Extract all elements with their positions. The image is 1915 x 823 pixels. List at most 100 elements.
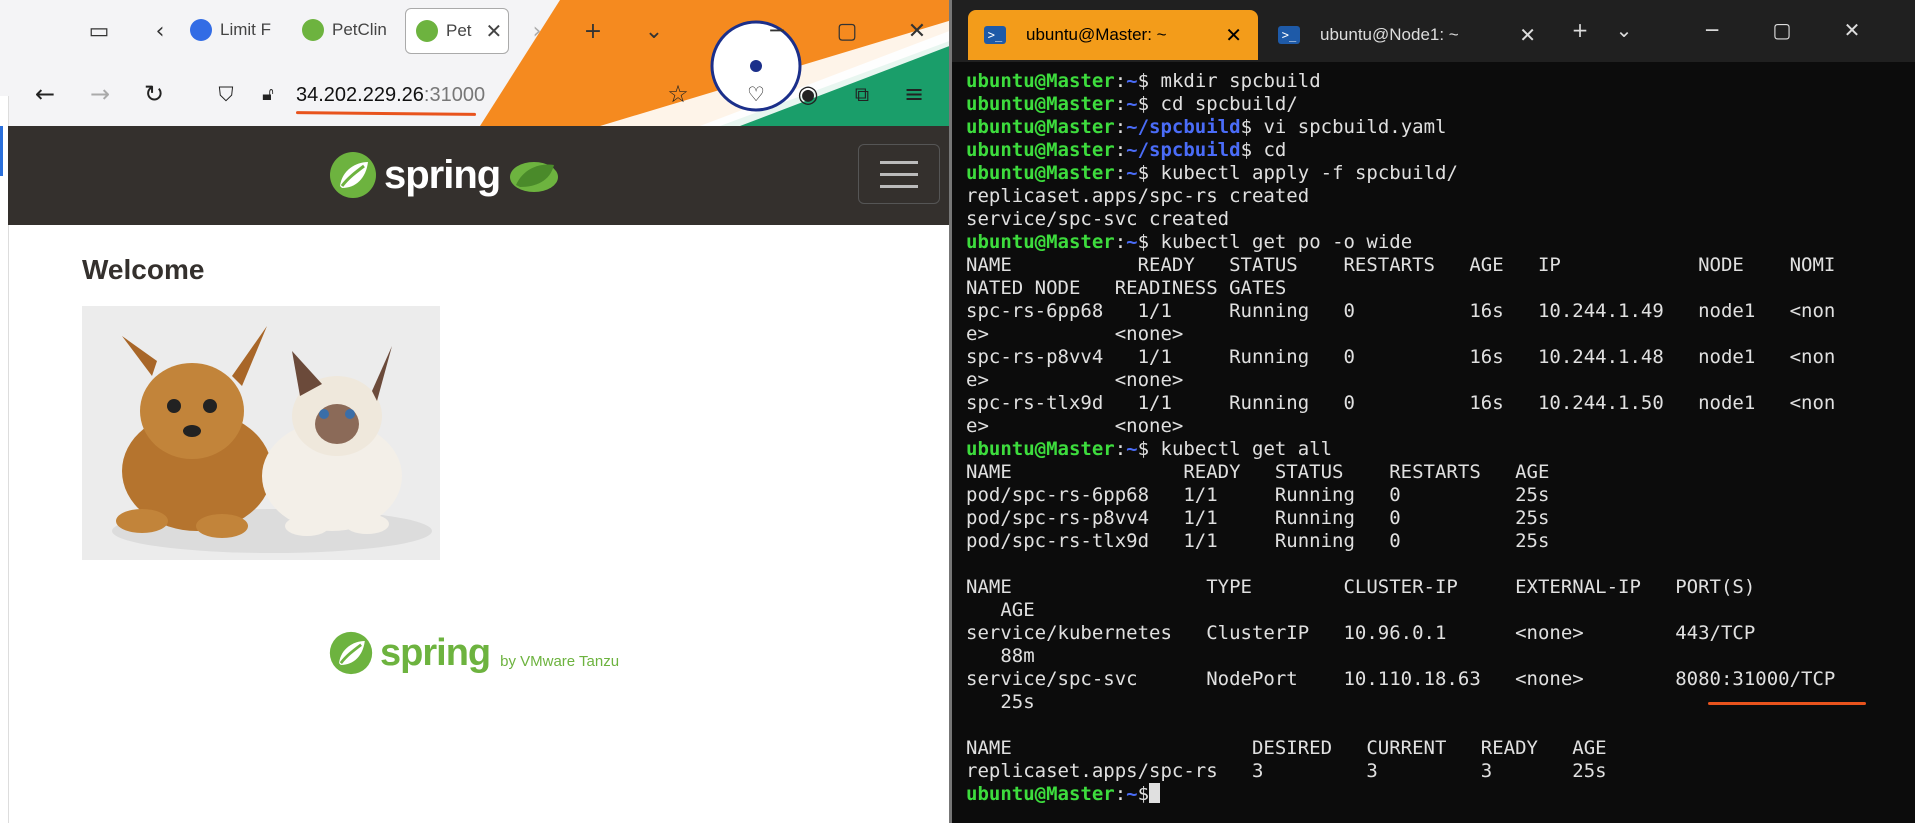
output-text: pod/spc-rs-6pp68 1/1 Running 0 25s <box>966 484 1550 506</box>
navbar-toggle-button[interactable] <box>858 144 940 204</box>
output-line: NAME READY STATUS RESTARTS AGE <box>966 461 1906 484</box>
output-text: service/kubernetes ClusterIP 10.96.0.1 <… <box>966 622 1756 644</box>
prompt-separator: : <box>1114 231 1127 253</box>
prompt-line: ubuntu@Master:~$ cd spcbuild/ <box>966 93 1906 116</box>
prompt-path: ~ <box>1126 231 1138 253</box>
bookmark-star-icon[interactable]: ☆ <box>660 76 696 112</box>
output-text: e> <none> <box>966 369 1184 391</box>
pocket-icon[interactable]: ♡ <box>738 76 774 112</box>
maximize-icon[interactable]: ▢ <box>1762 14 1802 46</box>
output-line: replicaset.apps/spc-rs 3 3 3 25s <box>966 760 1906 783</box>
reload-icon[interactable]: ↻ <box>136 76 172 112</box>
close-window-icon[interactable]: ✕ <box>900 14 934 48</box>
prompt-line: ubuntu@Master:~/spcbuild$ vi spcbuild.ya… <box>966 116 1906 139</box>
output-text: NAME READY STATUS RESTARTS AGE IP NODE N… <box>966 254 1836 276</box>
output-text: NAME DESIRED CURRENT READY AGE <box>966 737 1607 759</box>
command-text: kubectl get po -o wide <box>1160 231 1413 253</box>
prompt-symbol: $ <box>1137 231 1161 253</box>
dropdown-chevron-icon[interactable]: ⌄ <box>1604 14 1644 46</box>
output-text: 25s <box>966 691 1035 713</box>
output-line: service/spc-svc NodePort 10.110.18.63 <n… <box>966 668 1906 691</box>
shield-icon[interactable]: ⛉ <box>208 76 244 112</box>
output-text: NAME TYPE CLUSTER-IP EXTERNAL-IP PORT(S) <box>966 576 1756 598</box>
back-arrow-icon[interactable]: ← <box>27 76 63 112</box>
tab-label: PetClin <box>332 20 387 39</box>
prompt-separator: : <box>1114 783 1127 805</box>
menu-icon[interactable]: ≡ <box>896 76 932 112</box>
footer-suffix: by VMware Tanzu <box>500 652 620 670</box>
maximize-icon[interactable]: ▢ <box>830 14 864 48</box>
prompt-line: ubuntu@Master:~$ <box>966 783 1906 806</box>
spring-leaf-outline-icon <box>510 162 559 192</box>
page-title: Welcome <box>82 254 205 285</box>
output-text: replicaset.apps/spc-rs created <box>966 185 1310 207</box>
command-text: vi spcbuild.yaml <box>1263 116 1447 138</box>
command-text: cd spcbuild/ <box>1160 93 1298 115</box>
url-bar[interactable]: 34.202.229.26:31000 <box>296 84 485 107</box>
account-icon[interactable]: ◉ <box>790 76 826 112</box>
minimize-icon[interactable]: ─ <box>760 14 794 48</box>
output-line: pod/spc-rs-tlx9d 1/1 Running 0 25s <box>966 530 1906 553</box>
extensions-icon[interactable]: ⧉ <box>844 76 880 112</box>
url-port: :31000 <box>423 84 486 106</box>
scroll-tabs-right-icon[interactable]: › <box>520 14 554 48</box>
prompt-line: ubuntu@Master:~/spcbuild$ cd <box>966 139 1906 162</box>
output-line: NATED NODE READINESS GATES <box>966 277 1906 300</box>
prompt-user: ubuntu@Master <box>966 116 1115 138</box>
prompt-path: ~ <box>1126 93 1138 115</box>
new-tab-icon[interactable]: + <box>576 14 610 48</box>
tab-groups-icon[interactable]: ▭ <box>82 14 116 48</box>
output-line: NAME DESIRED CURRENT READY AGE <box>966 737 1906 760</box>
close-tab-icon[interactable]: ✕ <box>486 19 503 44</box>
output-text: NAME READY STATUS RESTARTS AGE <box>966 461 1550 483</box>
tab-strip: ▭ ‹ Limit F PetClin Pet ✕ › + ⌄ ─ ▢ ✕ <box>0 0 952 62</box>
prompt-symbol: $ <box>1137 438 1161 460</box>
annotation-underline <box>295 111 477 116</box>
scroll-tabs-left-icon[interactable]: ‹ <box>143 14 177 48</box>
spring-leaf-icon <box>329 631 373 675</box>
logo-text: spring <box>384 152 501 197</box>
prompt-user: ubuntu@Master <box>966 438 1115 460</box>
insecure-lock-icon[interactable]: 🔓︎ <box>250 76 286 112</box>
output-text: spc-rs-p8vv4 1/1 Running 0 16s 10.244.1.… <box>966 346 1836 368</box>
prompt-separator: : <box>1114 93 1127 115</box>
output-line: spc-rs-p8vv4 1/1 Running 0 16s 10.244.1.… <box>966 346 1906 369</box>
pets-image <box>82 306 440 560</box>
terminal-tab-master[interactable]: >_ ubuntu@Master: ~ ✕ <box>968 10 1258 60</box>
output-text: AGE <box>966 599 1035 621</box>
terminal-output[interactable]: ubuntu@Master:~$ mkdir spcbuild ubuntu@Ma… <box>966 70 1906 806</box>
prompt-line: ubuntu@Master:~$ mkdir spcbuild <box>966 70 1906 93</box>
forward-arrow-icon[interactable]: → <box>82 76 118 112</box>
spring-logo[interactable]: spring <box>328 150 562 200</box>
tab-limit[interactable]: Limit F <box>190 8 271 52</box>
prompt-path: ~ <box>1126 438 1138 460</box>
output-text: pod/spc-rs-tlx9d 1/1 Running 0 25s <box>966 530 1550 552</box>
close-tab-icon[interactable]: ✕ <box>1225 23 1242 48</box>
app-header: spring <box>8 126 952 225</box>
command-text: kubectl get all <box>1160 438 1333 460</box>
tab-pet-active[interactable]: Pet ✕ <box>405 8 510 54</box>
output-text: e> <none> <box>966 323 1184 345</box>
output-text: service/spc-svc created <box>966 208 1230 230</box>
new-tab-icon[interactable]: + <box>1560 14 1600 46</box>
prompt-separator: : <box>1114 162 1127 184</box>
navigation-bar: ← → ↻ ⛉ 🔓︎ 34.202.229.26:31000 ☆ ♡ ◉ ⧉ ≡ <box>0 62 952 126</box>
powershell-icon: >_ <box>1278 26 1300 44</box>
tab-petclinic[interactable]: PetClin <box>302 8 387 52</box>
prompt-separator: : <box>1114 139 1127 161</box>
tab-label: Limit F <box>220 20 271 39</box>
minimize-icon[interactable]: ─ <box>1692 14 1732 46</box>
prompt-line: ubuntu@Master:~$ kubectl apply -f spcbui… <box>966 162 1906 185</box>
output-line: spc-rs-6pp68 1/1 Running 0 16s 10.244.1.… <box>966 300 1906 323</box>
powershell-icon: >_ <box>984 26 1006 44</box>
tab-list-chevron-icon[interactable]: ⌄ <box>637 14 671 48</box>
prompt-separator: : <box>1114 70 1127 92</box>
output-text: spc-rs-6pp68 1/1 Running 0 16s 10.244.1.… <box>966 300 1836 322</box>
prompt-path: ~ <box>1126 783 1138 805</box>
output-line: NAME TYPE CLUSTER-IP EXTERNAL-IP PORT(S) <box>966 576 1906 599</box>
close-window-icon[interactable]: ✕ <box>1832 14 1872 46</box>
close-tab-icon[interactable]: ✕ <box>1519 23 1536 48</box>
terminal-tab-node1[interactable]: >_ ubuntu@Node1: ~ ✕ <box>1262 10 1552 60</box>
prompt-path: ~ <box>1126 70 1138 92</box>
